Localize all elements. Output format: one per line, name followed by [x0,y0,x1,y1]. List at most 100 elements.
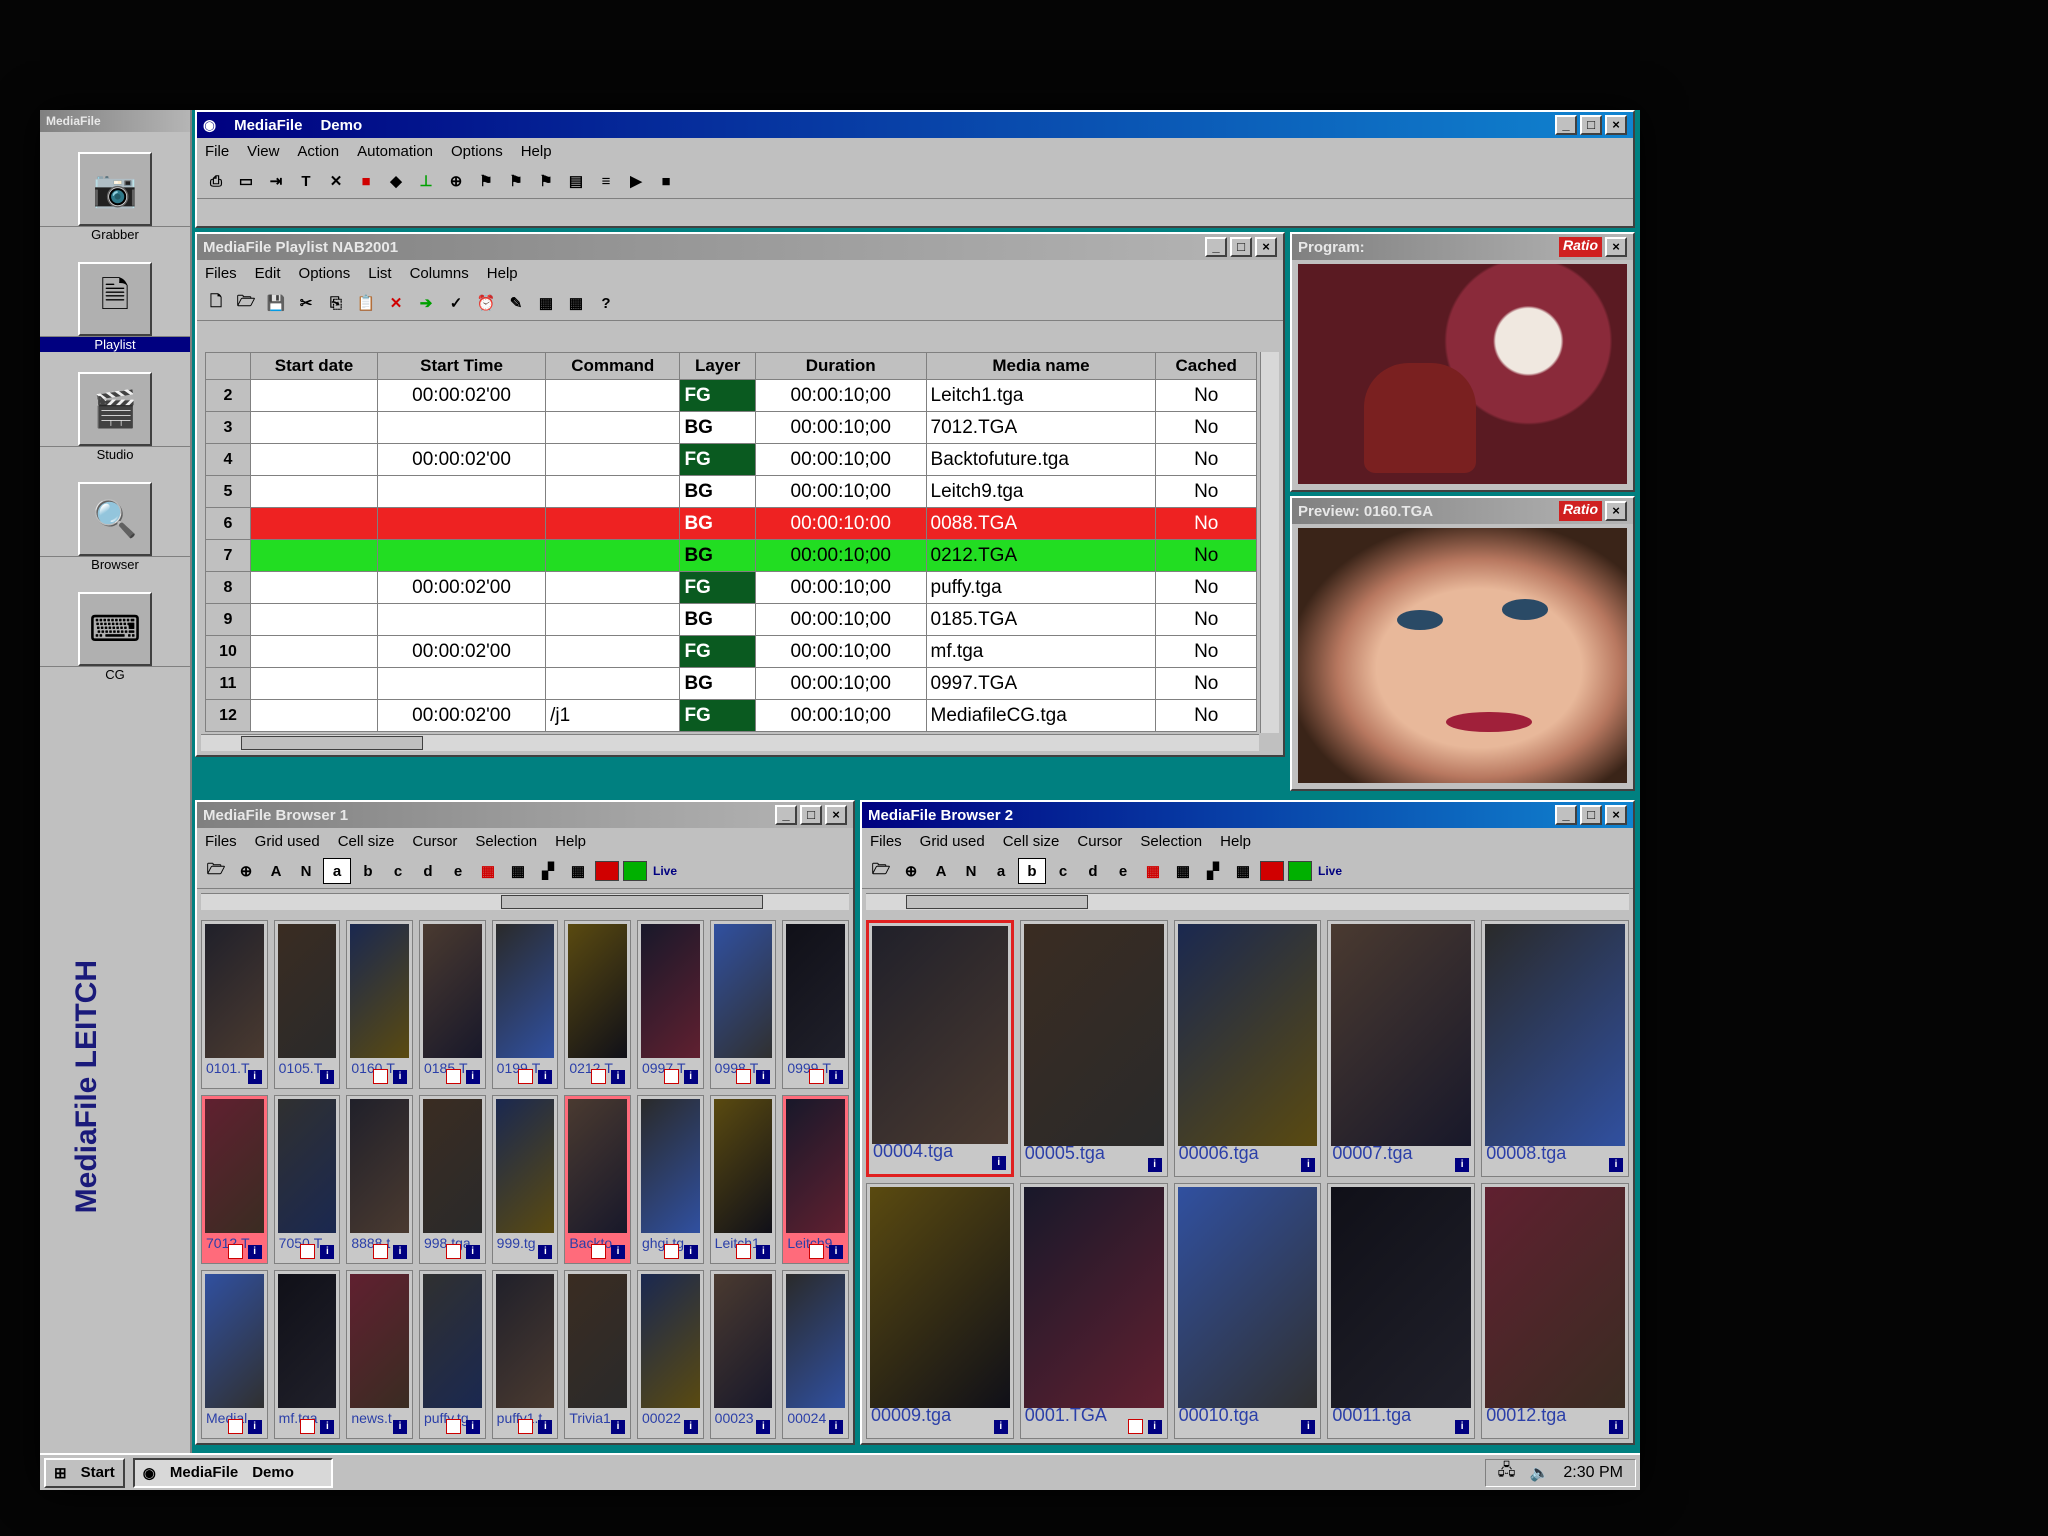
cached-cell[interactable]: No [1155,443,1257,476]
grid-red-icon[interactable]: ▦ [1140,859,1166,883]
duration-cell[interactable]: 00:00:10;00 [754,475,927,508]
playlist-menu-edit[interactable]: Edit [255,265,281,282]
start-time-cell[interactable] [377,475,547,508]
browser-1-menu-files[interactable]: Files [205,833,237,850]
media-name-cell[interactable]: 0185.TGA [925,603,1157,636]
flag-1-icon[interactable]: ⚑ [473,169,499,193]
playlist-row[interactable]: 9 BG 00:00:10;00 0185.TGA No [205,603,1257,636]
media-name-cell[interactable]: Leitch9.tga [925,475,1157,508]
green-square-icon[interactable] [623,861,647,881]
thumbnail-cell[interactable]: 00024 i [782,1270,849,1439]
column-header[interactable]: Start date [249,352,379,380]
open-icon[interactable]: ▭ [233,169,259,193]
maximize-button[interactable]: □ [1580,115,1602,135]
red-square-icon[interactable] [595,861,619,881]
playlist-menu-options[interactable]: Options [299,265,351,282]
playlist-row[interactable]: 3 BG 00:00:10;00 7012.TGA No [205,411,1257,444]
duration-cell[interactable]: 00:00:10;00 [754,667,927,700]
thumbnail-cell[interactable]: Trivia1 i [564,1270,631,1439]
playlist-menu-files[interactable]: Files [205,265,237,282]
anchor-icon[interactable]: ⊥ [413,169,439,193]
playlist-row[interactable]: 2 00:00:02'00 FG 00:00:10;00 Leitch1.tga No [205,379,1257,412]
thumbnail-cell[interactable]: 999.tg i [491,1095,559,1264]
grid-dark-icon[interactable]: ▦ [565,859,591,883]
thumbnail-cell[interactable]: 00007.tga i [1327,920,1476,1177]
chat-icon[interactable]: ▤ [563,169,589,193]
paste-icon[interactable]: 📋 [353,291,379,315]
thumbnail-cell[interactable]: 00010.tga i [1173,1182,1322,1439]
thumbnail-cell[interactable]: 00005.tga i [1019,920,1168,1177]
media-name-cell[interactable]: puffy.tga [925,571,1157,604]
preview-ratio-button[interactable]: Ratio [1559,501,1602,521]
sort-alpha-icon[interactable]: A [928,859,954,883]
browser-1-menu-help[interactable]: Help [555,833,586,850]
duration-cell[interactable]: 00:00:10;00 [754,443,927,476]
help-icon[interactable]: ? [593,291,619,315]
thumbnail-cell[interactable]: 7012.T i [201,1095,268,1264]
info-icon[interactable]: i [247,1420,262,1434]
start-time-cell[interactable]: 00:00:02'00 [377,699,547,732]
browser-1-menu-cell-size[interactable]: Cell size [338,833,395,850]
browser-1-maximize-button[interactable]: □ [800,805,822,825]
info-icon[interactable]: i [610,1245,625,1259]
letter-c-button[interactable]: c [385,859,411,883]
layer-cell[interactable]: FG [679,699,756,732]
browser-2-hscroll[interactable] [866,893,1629,910]
camera-icon[interactable]: ⎙ [203,169,229,193]
browser-1-menu-cursor[interactable]: Cursor [412,833,457,850]
diamond-icon[interactable]: ◆ [383,169,409,193]
menu-view[interactable]: View [247,143,279,160]
thumbnail-cell[interactable]: 0001.TGA i [1019,1182,1168,1439]
thumbnail-cell[interactable]: 998.tga i [418,1095,486,1264]
zoom-icon[interactable]: ⊕ [898,859,924,883]
grabber-button[interactable]: 📷 Grabber [40,132,190,242]
start-date-cell[interactable] [249,379,379,412]
command-cell[interactable] [545,379,681,412]
start-date-cell[interactable] [249,539,379,572]
start-time-cell[interactable]: 00:00:02'00 [377,443,547,476]
menu-options[interactable]: Options [451,143,503,160]
letter-e-button[interactable]: e [445,859,471,883]
stop-icon[interactable]: ■ [653,169,679,193]
flag-2-icon[interactable]: ⚑ [503,169,529,193]
thumbnail-cell[interactable]: Backto i [564,1095,631,1264]
cached-cell[interactable]: No [1155,411,1257,444]
new-icon[interactable]: 🗋 [203,291,229,315]
start-time-cell[interactable] [377,411,547,444]
thumbnail-cell[interactable]: 00023 i [709,1270,777,1439]
thumbnail-cell[interactable]: mf.tga i [273,1270,341,1439]
cached-cell[interactable]: No [1155,475,1257,508]
command-cell[interactable] [545,443,681,476]
column-header[interactable]: Media name [925,352,1157,380]
info-icon[interactable]: i [1455,1420,1470,1434]
layer-cell[interactable]: FG [679,635,756,668]
cached-cell[interactable]: No [1155,539,1257,572]
start-time-cell[interactable] [377,667,547,700]
media-name-cell[interactable]: 0212.TGA [925,539,1157,572]
playlist-row[interactable]: 11 BG 00:00:10;00 0997.TGA No [205,667,1257,700]
layer-cell[interactable]: FG [679,443,756,476]
info-icon[interactable]: i [538,1420,553,1434]
close-button[interactable]: × [1605,115,1627,135]
layer-cell[interactable]: BG [679,603,756,636]
thumbnail-cell[interactable]: 00006.tga i [1173,920,1322,1177]
media-name-cell[interactable]: 0997.TGA [925,667,1157,700]
info-icon[interactable]: i [538,1070,553,1084]
playlist-menu-columns[interactable]: Columns [410,265,469,282]
flag-3-icon[interactable]: ⚑ [533,169,559,193]
command-cell[interactable] [545,603,681,636]
row-number[interactable]: 12 [205,699,251,732]
delete-icon[interactable]: ✕ [383,291,409,315]
thumbnail-cell[interactable]: 0105.T i [273,920,341,1089]
start-date-cell[interactable] [249,699,379,732]
start-date-cell[interactable] [249,475,379,508]
duration-cell[interactable]: 00:00:10;00 [754,571,927,604]
menu-automation[interactable]: Automation [357,143,433,160]
menu-help[interactable]: Help [521,143,552,160]
info-icon[interactable]: i [828,1070,843,1084]
command-cell[interactable] [545,507,681,540]
live-button[interactable]: Live [651,859,679,883]
info-icon[interactable]: i [1609,1157,1623,1172]
info-icon[interactable]: i [392,1245,407,1259]
text-icon[interactable]: T [293,169,319,193]
